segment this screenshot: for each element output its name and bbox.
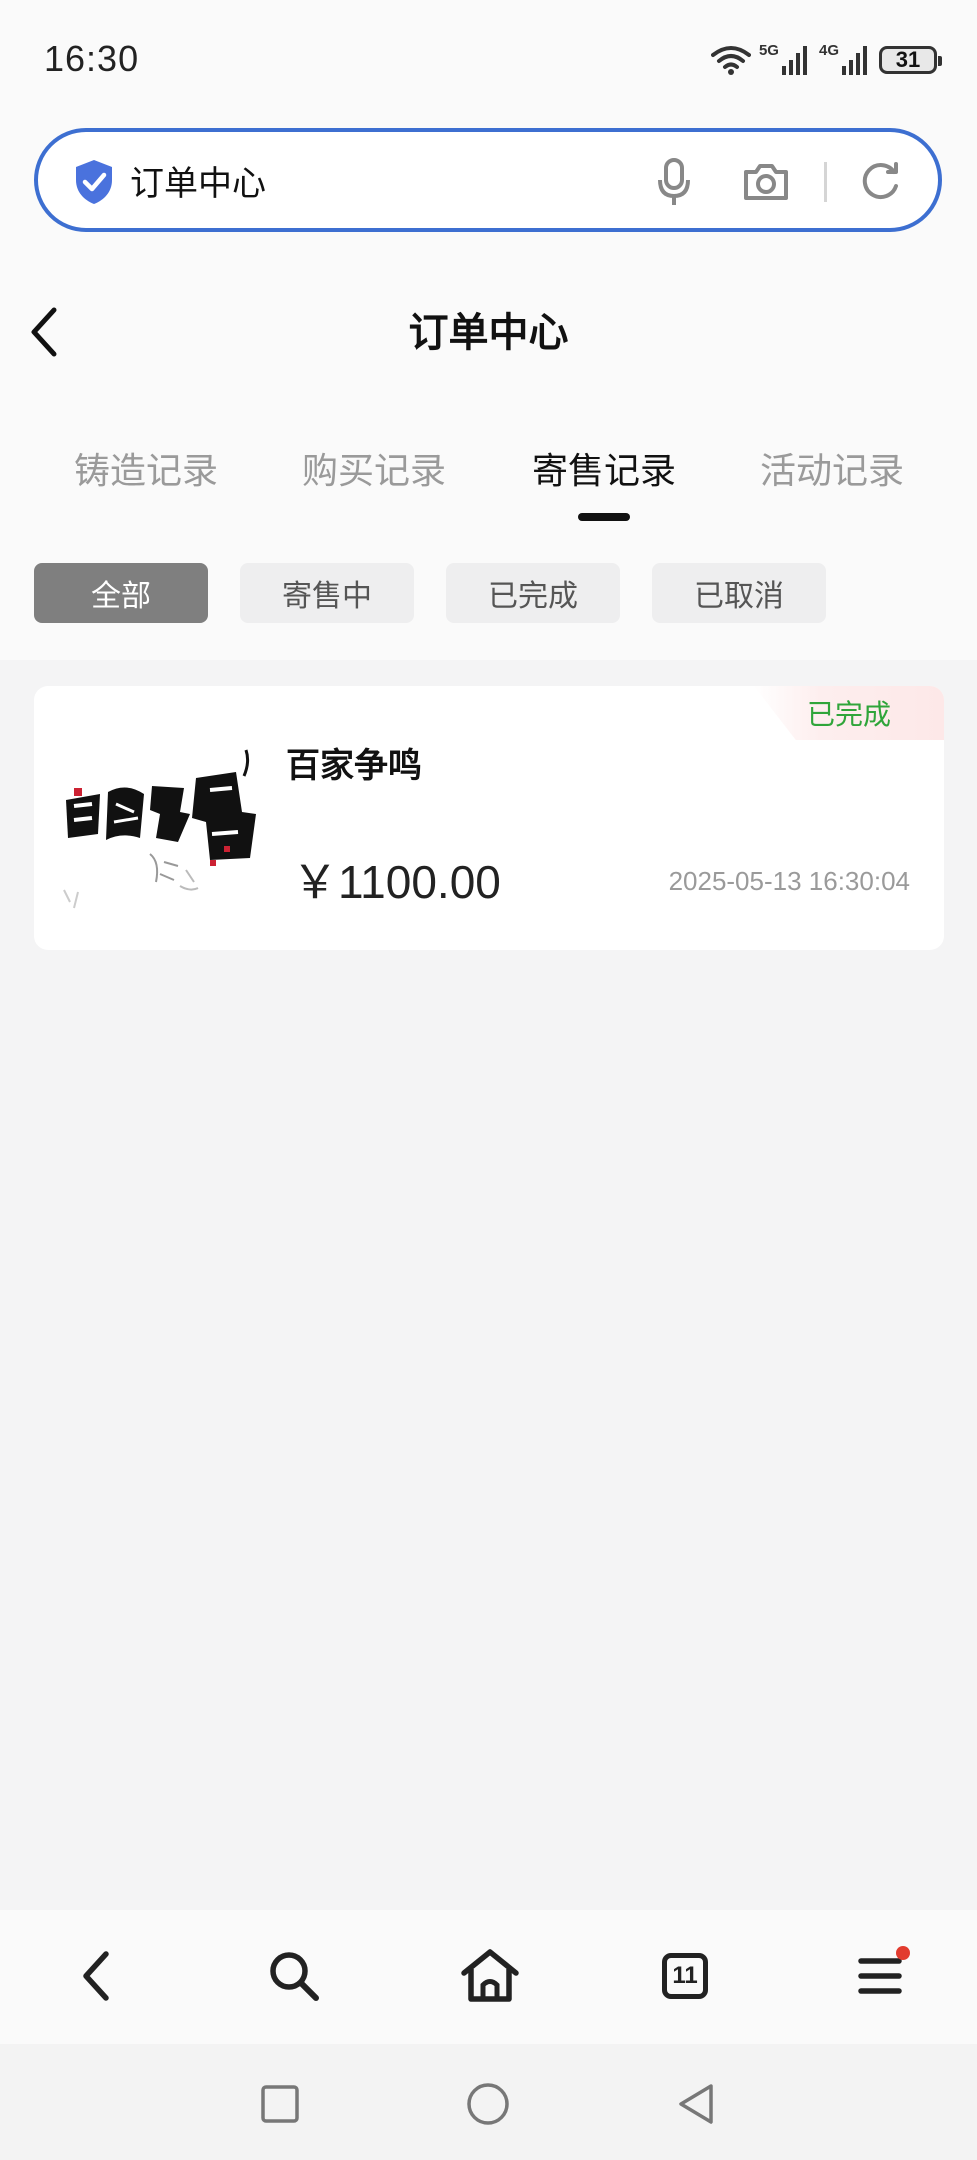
battery-level: 31 [895, 47, 921, 72]
filter-all[interactable]: 全部 [34, 563, 208, 623]
home-circle-icon [467, 2083, 509, 2125]
toolbar-home-button[interactable] [450, 1936, 530, 2016]
back-icon [83, 1951, 109, 2001]
toolbar-menu-button[interactable] [840, 1936, 920, 2016]
order-time: 2025-05-13 16:30:04 [668, 866, 910, 896]
status-icons: 5G 4G 31 [710, 40, 942, 80]
battery-icon: 31 [879, 46, 942, 74]
wifi-icon [710, 46, 751, 75]
camera-icon[interactable] [742, 162, 790, 202]
active-tab-indicator [578, 513, 630, 521]
refresh-icon[interactable] [858, 160, 902, 204]
shield-check-icon [76, 160, 112, 204]
back-triangle-icon [679, 2084, 713, 2124]
signal-icon [842, 46, 867, 75]
system-home-button[interactable] [458, 2074, 518, 2134]
home-icon [461, 1949, 519, 2002]
filter-on-sale[interactable]: 寄售中 [240, 563, 414, 623]
tab-mint-records[interactable]: 铸造记录 [74, 442, 218, 494]
product-name: 百家争鸣 [286, 746, 422, 786]
product-price: ￥1100.00 [292, 856, 501, 908]
address-separator [824, 162, 827, 202]
tab-purchase-records[interactable]: 购买记录 [302, 442, 446, 494]
toolbar-tabs-button[interactable]: 11 [645, 1936, 725, 2016]
system-nav-bar [0, 2044, 977, 2160]
address-text[interactable]: 订单中心 [130, 156, 266, 205]
system-back-button[interactable] [666, 2074, 726, 2134]
tab-count: 11 [672, 1962, 698, 1989]
status-time: 16:30 [44, 38, 140, 79]
notification-dot [896, 1946, 910, 1960]
tab-activity-records[interactable]: 活动记录 [760, 442, 904, 494]
toolbar-back-button[interactable] [56, 1936, 136, 2016]
tabs-icon: 11 [662, 1953, 708, 1999]
signal-icon [781, 46, 807, 75]
network-type-5g: 5G [758, 41, 779, 59]
search-icon [270, 1952, 319, 2001]
product-thumbnail [60, 742, 262, 912]
status-badge: 已完成 [754, 686, 944, 740]
filter-cancelled[interactable]: 已取消 [652, 563, 826, 623]
microphone-icon[interactable] [656, 158, 692, 208]
menu-icon [858, 1958, 902, 1994]
tab-consignment-records[interactable]: 寄售记录 [532, 442, 676, 494]
order-card[interactable]: 百家争鸣 ￥1100.00 2025-05-13 16:30:04 已完成 [34, 686, 944, 950]
toolbar-search-button[interactable] [254, 1936, 334, 2016]
recent-apps-icon [261, 2085, 299, 2123]
address-bar[interactable]: 订单中心 [34, 128, 942, 232]
filter-completed[interactable]: 已完成 [446, 563, 620, 623]
recent-apps-button[interactable] [250, 2074, 310, 2134]
browser-toolbar: 11 [0, 1910, 977, 2044]
page-title: 订单中心 [408, 310, 569, 356]
network-type-4g: 4G [818, 41, 839, 59]
